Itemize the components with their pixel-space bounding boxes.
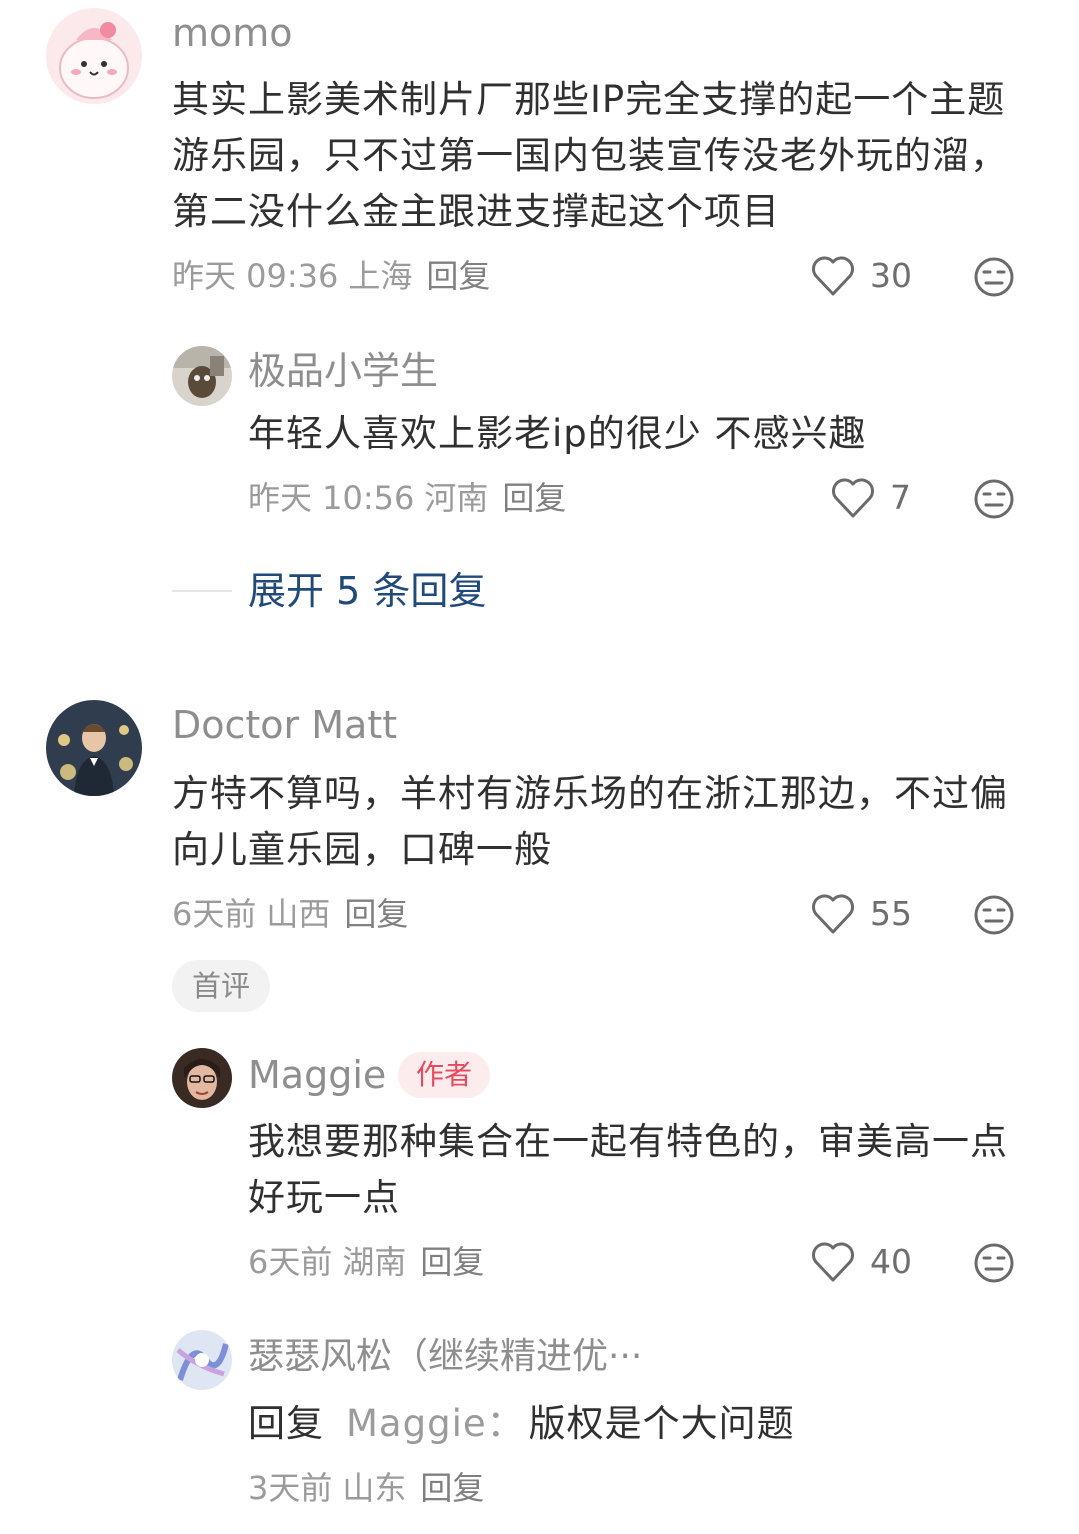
reply-prefix: 回复 — [248, 1402, 324, 1445]
author-badge: 作者 — [398, 1052, 491, 1098]
avatar[interactable] — [46, 700, 142, 796]
like-button[interactable] — [810, 254, 856, 298]
like-count: 40 — [870, 1242, 912, 1281]
avatar[interactable] — [46, 8, 142, 104]
reply-text: 版权是个大问题 — [528, 1402, 795, 1445]
comment-time: 6天前 — [172, 895, 257, 933]
like-button[interactable] — [810, 1240, 856, 1284]
reply-meta: 昨天 10:56 河南 回复 — [248, 478, 576, 518]
reply-text-line: 回复 Maggie： 版权是个大问题 — [248, 1396, 1023, 1452]
reply-avatar[interactable] — [172, 346, 232, 406]
comment-username[interactable]: Doctor Matt — [172, 702, 397, 748]
reply-meta: 3天前 山东 回复 — [248, 1468, 494, 1508]
reply-time: 昨天 10:56 — [248, 479, 415, 517]
comment-meta: 昨天 09:36 上海 回复 — [172, 256, 500, 296]
reply-avatar[interactable] — [172, 1330, 232, 1390]
comment-username[interactable]: momo — [172, 10, 293, 56]
avatar-image — [46, 700, 142, 796]
heart-outline-icon — [812, 894, 854, 934]
dislike-button[interactable] — [972, 1241, 1016, 1285]
reply-location: 湖南 — [342, 1243, 407, 1281]
expand-divider — [172, 590, 232, 592]
comment-text: 方特不算吗，羊村有游乐场的在浙江那边，不过偏向儿童乐园，口碑一般 — [172, 772, 1008, 871]
reply-username[interactable]: 极品小学生 — [248, 348, 438, 394]
comment-location: 上海 — [348, 257, 413, 295]
reply-avatar[interactable] — [172, 1048, 232, 1108]
dislike-button[interactable] — [972, 477, 1016, 521]
reply-username[interactable]: Maggie — [248, 1052, 386, 1098]
meh-face-icon — [974, 1243, 1014, 1283]
reply-meta: 6天前 湖南 回复 — [248, 1242, 494, 1282]
like-count: 7 — [890, 478, 911, 517]
heart-outline-icon — [812, 256, 854, 296]
like-count: 30 — [870, 256, 912, 295]
dislike-button[interactable] — [972, 893, 1016, 937]
meh-face-icon — [974, 479, 1014, 519]
heart-outline-icon — [812, 1242, 854, 1282]
comment-text: 其实上影美术制片厂那些IP完全支撑的起一个主题游乐园，只不过第一国内包装宣传没老… — [172, 78, 1008, 233]
comment-location: 山西 — [266, 895, 331, 933]
reply-location: 河南 — [424, 479, 489, 517]
like-button[interactable] — [810, 892, 856, 936]
meh-face-icon — [974, 895, 1014, 935]
reply-button[interactable]: 回复 — [426, 257, 490, 295]
comment-meta: 6天前 山西 回复 — [172, 894, 418, 934]
reply-text: 我想要那种集合在一起有特色的，审美高一点好玩一点 — [248, 1120, 1008, 1219]
like-count: 55 — [870, 894, 912, 933]
avatar-image — [172, 346, 232, 406]
like-button[interactable] — [830, 476, 876, 520]
heart-outline-icon — [832, 478, 874, 518]
reply-target-user[interactable]: Maggie： — [346, 1402, 525, 1445]
avatar-image — [172, 1048, 232, 1108]
reply-button[interactable]: 回复 — [420, 1243, 484, 1281]
expand-replies-button[interactable]: 展开 5 条回复 — [248, 568, 486, 614]
dislike-button[interactable] — [972, 255, 1016, 299]
avatar-image — [172, 1330, 232, 1390]
reply-time: 6天前 — [248, 1243, 333, 1281]
first-comment-tag: 首评 — [172, 960, 271, 1012]
reply-username[interactable]: 瑟瑟风松（继续精进优··· — [248, 1334, 642, 1380]
avatar-image — [46, 8, 142, 104]
meh-face-icon — [974, 257, 1014, 297]
reply-button[interactable]: 回复 — [420, 1469, 484, 1507]
comment-time: 昨天 09:36 — [172, 257, 339, 295]
reply-text: 年轻人喜欢上影老ip的很少 不感兴趣 — [248, 412, 867, 455]
reply-time: 3天前 — [248, 1469, 333, 1507]
reply-location: 山东 — [342, 1469, 407, 1507]
reply-button[interactable]: 回复 — [344, 895, 408, 933]
reply-button[interactable]: 回复 — [502, 479, 566, 517]
